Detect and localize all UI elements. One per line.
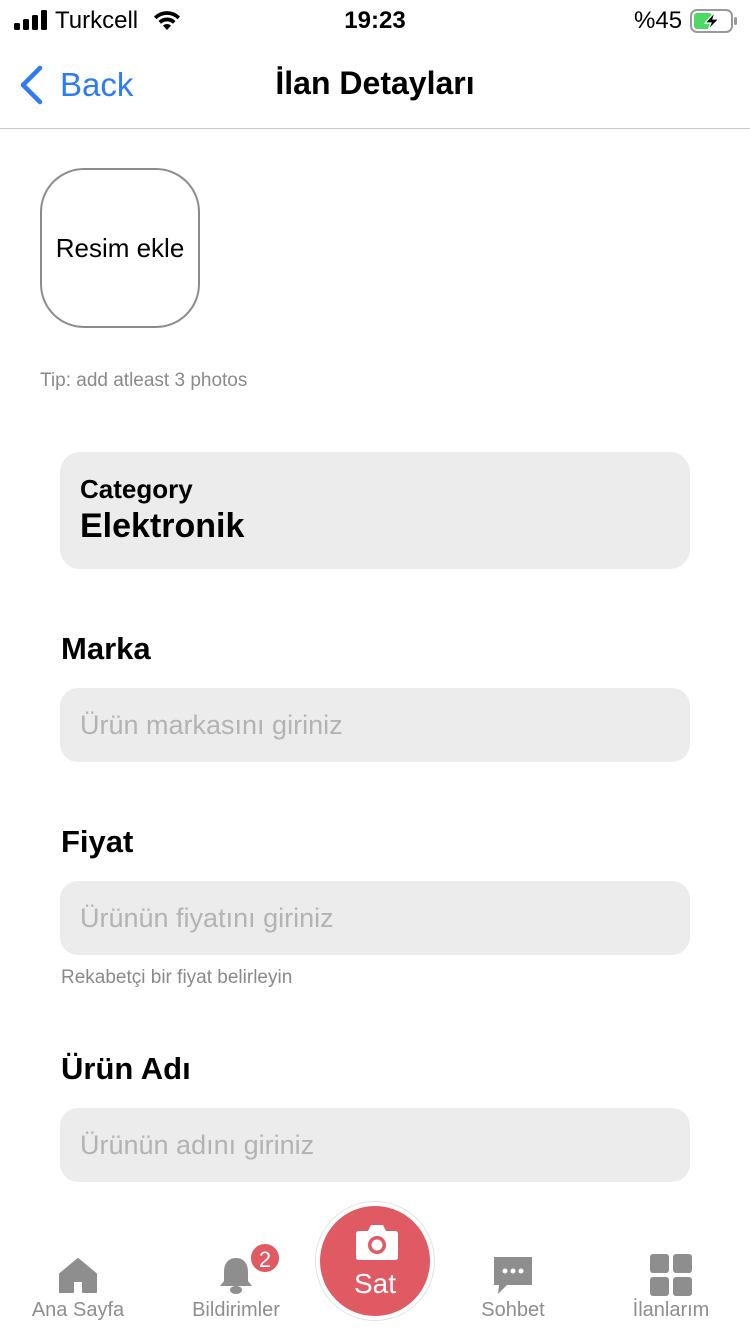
price-label: Fiyat — [61, 824, 134, 859]
add-photo-label: Resim ekle — [55, 232, 185, 263]
sell-button[interactable]: Sat — [316, 1202, 434, 1320]
category-label: Category — [80, 474, 193, 504]
category-selector[interactable]: Category Elektronik — [60, 452, 690, 569]
brand-input[interactable] — [60, 688, 690, 762]
status-bar: Turkcell 19:23 %45 — [0, 0, 750, 40]
navigation-bar: Back İlan Detayları — [0, 40, 750, 129]
tab-my-listings-label: İlanlarım — [632, 1299, 710, 1321]
price-input[interactable] — [60, 881, 690, 955]
add-photo-button[interactable]: Resim ekle — [40, 168, 200, 328]
tab-chat[interactable]: Sohbet — [438, 1240, 588, 1334]
tab-chat-label: Sohbet — [481, 1299, 545, 1321]
category-value: Elektronik — [80, 507, 245, 545]
tab-notifications-label: Bildirimler — [192, 1299, 280, 1321]
tab-my-listings[interactable]: İlanlarım — [596, 1240, 746, 1334]
price-hint: Rekabetçi bir fiyat belirleyin — [61, 967, 293, 988]
camera-icon — [356, 1225, 398, 1260]
tab-home[interactable]: Ana Sayfa — [3, 1240, 153, 1334]
product-name-input[interactable] — [60, 1108, 690, 1182]
battery-charging-icon — [690, 9, 737, 33]
grid-icon — [650, 1254, 692, 1296]
photo-tip: Tip: add atleast 3 photos — [40, 370, 248, 391]
sell-label: Sat — [353, 1268, 397, 1299]
tab-home-label: Ana Sayfa — [31, 1299, 125, 1321]
notification-badge: 2 — [249, 1242, 281, 1274]
product-name-label: Ürün Adı — [61, 1051, 191, 1086]
home-icon — [59, 1258, 97, 1293]
chat-icon — [494, 1257, 532, 1294]
brand-label: Marka — [61, 631, 151, 666]
battery-percentage: %45 — [634, 7, 683, 34]
tab-notifications[interactable]: 2 Bildirimler — [161, 1240, 311, 1334]
page-title: İlan Detayları — [275, 65, 475, 101]
